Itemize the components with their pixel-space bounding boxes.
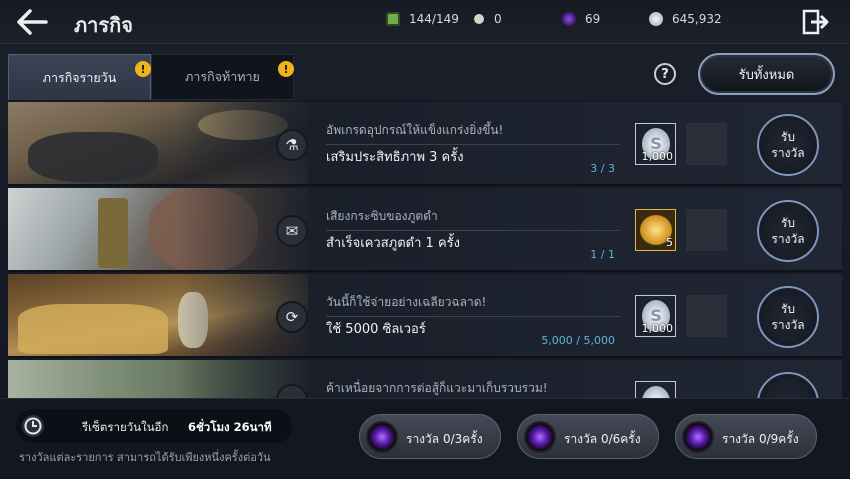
quest-progress: 5,000 / 5,000: [541, 334, 615, 347]
bonus-reward-button[interactable]: รางวัล 0/9ครั้ง: [675, 414, 817, 459]
claim-reward-button[interactable]: รับรางวัล: [757, 200, 819, 262]
reward-count: 1,000: [641, 322, 674, 335]
quest-subtitle: เสียงกระซิบของภูตดำ: [326, 209, 438, 223]
claim-reward-button[interactable]: รับรางวัล: [757, 114, 819, 176]
claim-button-label: รางวัล: [771, 232, 805, 246]
reward-slot[interactable]: 5: [635, 209, 676, 251]
help-button[interactable]: ?: [654, 63, 676, 85]
bonus-label: รางวัล 0/6ครั้ง: [564, 432, 641, 446]
quest-subtitle: อัพเกรดอุปกรณ์ให้แข็งแกร่งยิ่งขึ้น!: [326, 123, 504, 137]
exchange-icon: ⟳: [276, 301, 308, 333]
silver-coin-icon: [649, 12, 663, 26]
bonus-reward-button[interactable]: รางวัล 0/6ครั้ง: [517, 414, 659, 459]
silver-value: 645,932: [672, 12, 722, 26]
reward-slot[interactable]: S 1,000: [635, 123, 676, 165]
reset-time: 6ชั่วโมง 26นาที: [188, 420, 272, 434]
top-bar: ภารกิจ 144/149 0 69 645,932: [0, 0, 850, 44]
quest-row: ค้าเหนื่อยจากการต่อสู้ก็แวะมาเก็บรวบรวม!: [8, 360, 842, 400]
quest-progress: 1 / 1: [590, 248, 615, 261]
reward-note: รางวัลแต่ละรายการ สามารถได้รับเพียงหนึ่ง…: [19, 451, 271, 464]
quest-title: ใช้ 5000 ซิลเวอร์: [326, 322, 426, 337]
stamina-value: 144/149: [409, 12, 459, 26]
bonus-reward-button[interactable]: รางวัล 0/3ครั้ง: [359, 414, 501, 459]
resource-silver: 645,932: [649, 12, 722, 26]
alert-icon: !: [278, 61, 294, 77]
upgrade-icon: ⚗: [276, 129, 308, 161]
quest-title: เสริมประสิทธิภาพ 3 ครั้ง: [326, 150, 464, 165]
bonus-label: รางวัล 0/3ครั้ง: [406, 432, 483, 446]
claim-button-label: รางวัล: [771, 318, 805, 332]
quest-row: ⟳ วันนี้ก็ใช้จ่ายอย่างเฉลียวฉลาด! ใช้ 50…: [8, 274, 842, 358]
resource-stamina: 144/149: [386, 12, 459, 26]
reset-label: รีเซ็ตรายวันในอีก: [82, 420, 169, 434]
dark-crystal-value: 69: [585, 12, 601, 26]
pearl-icon: [474, 14, 484, 24]
quest-progress: 3 / 3: [590, 162, 615, 175]
tab-daily-label: ภารกิจรายวัน: [42, 69, 117, 85]
quest-title: สำเร็จเควสภูตดำ 1 ครั้ง: [326, 236, 460, 251]
quest-screen: ภารกิจ 144/149 0 69 645,932 ภารกิจรายวัน…: [0, 0, 850, 479]
resource-pearl: 0: [474, 12, 502, 26]
page-title: ภารกิจ: [74, 13, 133, 37]
quest-row: ✉ เสียงกระซิบของภูตดำ สำเร็จเควสภูตดำ 1 …: [8, 188, 842, 272]
empty-reward-slot: [686, 209, 727, 251]
daily-reset-timer: รีเซ็ตรายวันในอีก 6ชั่วโมง 26นาที: [16, 409, 292, 443]
claim-button-label: รับ: [780, 130, 796, 144]
tab-daily[interactable]: ภารกิจรายวัน !: [8, 54, 151, 100]
back-arrow-icon[interactable]: [14, 6, 50, 38]
quest-row: ⚗ อัพเกรดอุปกรณ์ให้แข็งแกร่งยิ่งขึ้น! เส…: [8, 102, 842, 186]
resource-dark-crystal: 69: [562, 12, 600, 26]
empty-reward-slot: [686, 123, 727, 165]
claim-reward-button[interactable]: รับรางวัล: [757, 286, 819, 348]
claim-button-label: รับ: [780, 302, 796, 316]
alert-icon: !: [135, 61, 151, 77]
pearl-value: 0: [494, 12, 502, 26]
quest-subtitle: วันนี้ก็ใช้จ่ายอย่างเฉลียวฉลาด!: [326, 295, 487, 309]
scroll-icon: ✉: [276, 215, 308, 247]
reward-count: 1,000: [641, 150, 674, 163]
stamina-icon: [386, 12, 400, 26]
claim-all-button[interactable]: รับทั้งหมด: [698, 53, 835, 95]
reward-slot[interactable]: S 1,000: [635, 295, 676, 337]
tab-challenge[interactable]: ภารกิจท้าทาย !: [151, 54, 294, 100]
claim-button-label: รางวัล: [771, 146, 805, 160]
empty-reward-slot: [686, 295, 727, 337]
dark-orb-icon: [682, 421, 714, 453]
dark-orb-icon: [524, 421, 556, 453]
tab-challenge-label: ภารกิจท้าทาย: [185, 69, 260, 84]
dark-crystal-icon: [562, 12, 576, 26]
dark-orb-icon: [366, 421, 398, 453]
claim-button-label: รับ: [780, 216, 796, 230]
bonus-label: รางวัล 0/9ครั้ง: [722, 432, 799, 446]
clock-icon: [20, 413, 46, 439]
reward-count: 5: [666, 236, 673, 249]
exit-icon[interactable]: [800, 8, 830, 36]
quest-subtitle: ค้าเหนื่อยจากการต่อสู้ก็แวะมาเก็บรวบรวม!: [326, 381, 548, 395]
